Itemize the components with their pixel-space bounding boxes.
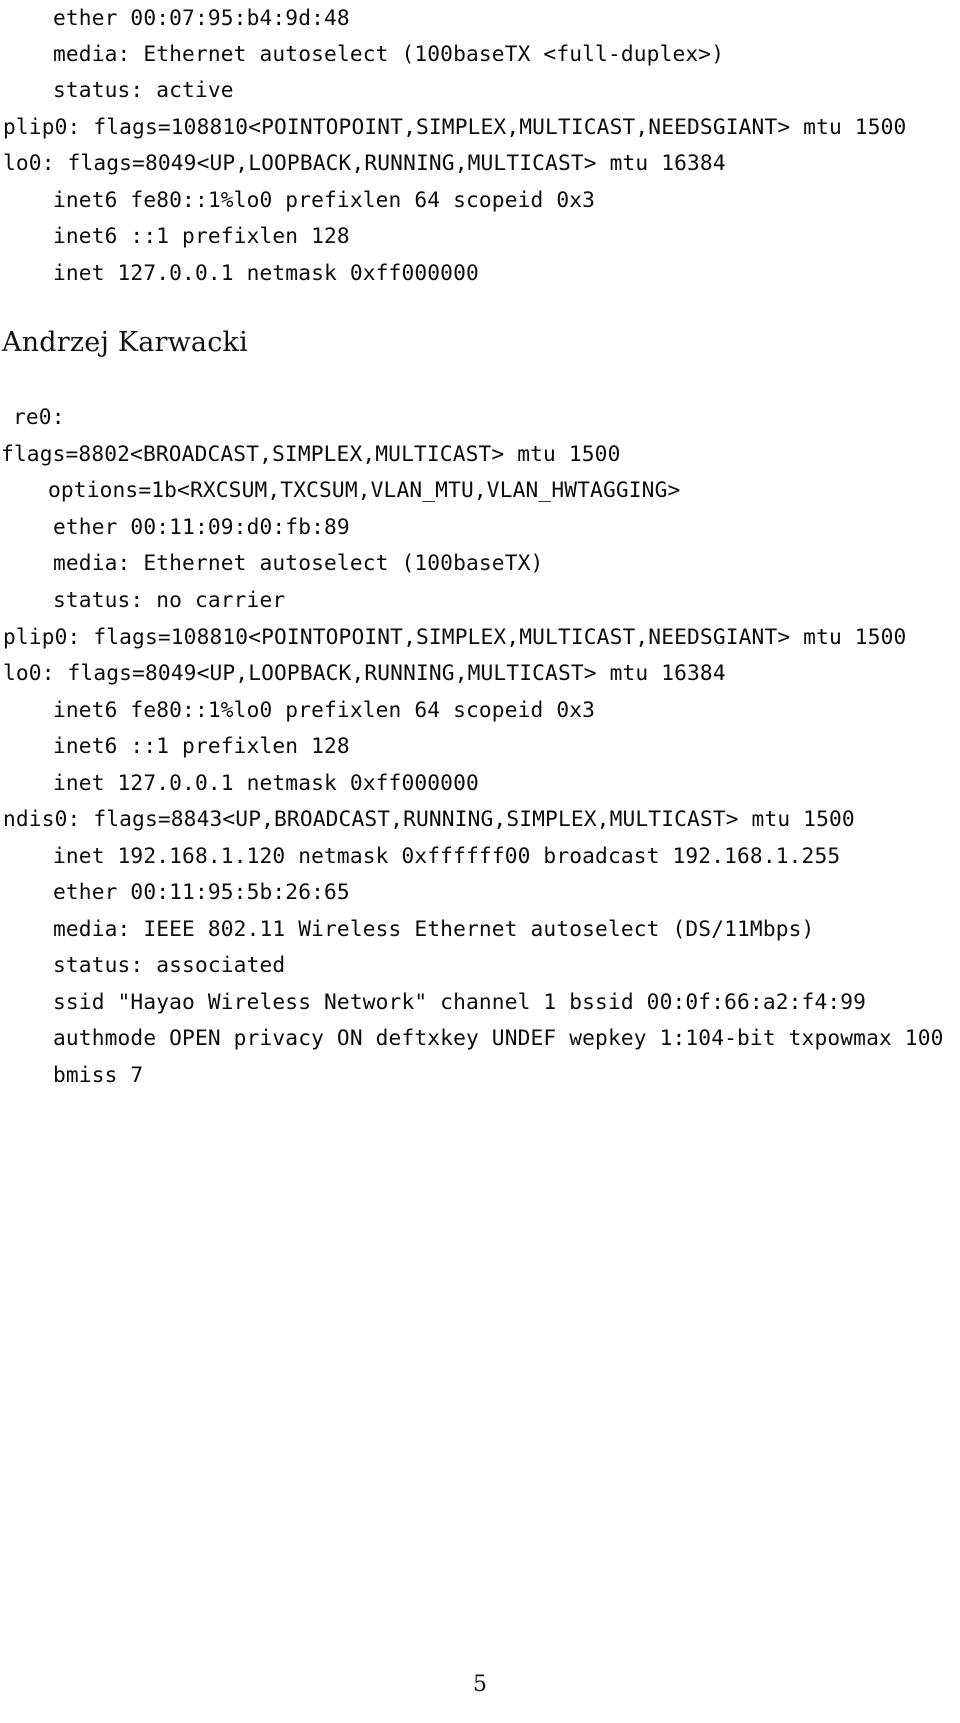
text-line: inet 127.0.0.1 netmask 0xff000000: [53, 260, 479, 285]
text-line: plip0: flags=108810<POINTOPOINT,SIMPLEX,…: [3, 114, 907, 139]
text-line: inet 127.0.0.1 netmask 0xff000000: [53, 770, 479, 795]
text-line: re0:: [13, 404, 65, 429]
page-number: 5: [473, 1672, 487, 1697]
text-line: inet6 fe80::1%lo0 prefixlen 64 scopeid 0…: [53, 187, 596, 212]
text-line: ether 00:11:09:d0:fb:89: [53, 514, 350, 539]
text-line: authmode OPEN privacy ON deftxkey UNDEF …: [53, 1025, 944, 1050]
text-line: options=1b<RXCSUM,TXCSUM,VLAN_MTU,VLAN_H…: [48, 477, 681, 502]
text-line: ndis0: flags=8843<UP,BROADCAST,RUNNING,S…: [3, 806, 855, 831]
text-line: media: Ethernet autoselect (100baseTX): [53, 550, 544, 575]
text-line: ether 00:07:95:b4:9d:48: [53, 5, 350, 30]
text-line: lo0: flags=8049<UP,LOOPBACK,RUNNING,MULT…: [3, 660, 726, 685]
text-line: flags=8802<BROADCAST,SIMPLEX,MULTICAST> …: [1, 441, 621, 466]
text-line: ether 00:11:95:5b:26:65: [53, 879, 350, 904]
text-line: inet 192.168.1.120 netmask 0xffffff00 br…: [53, 843, 841, 868]
text-line: ssid "Hayao Wireless Network" channel 1 …: [53, 989, 867, 1014]
author-heading: Andrzej Karwacki: [2, 327, 248, 358]
text-line: media: Ethernet autoselect (100baseTX <f…: [53, 41, 725, 66]
text-line: inet6 ::1 prefixlen 128: [53, 733, 350, 758]
text-line: status: active: [53, 77, 234, 102]
text-line: status: associated: [53, 952, 286, 977]
text-line: inet6 fe80::1%lo0 prefixlen 64 scopeid 0…: [53, 697, 596, 722]
text-line: bmiss 7: [53, 1062, 144, 1087]
text-line: inet6 ::1 prefixlen 128: [53, 223, 350, 248]
text-line: media: IEEE 802.11 Wireless Ethernet aut…: [53, 916, 815, 941]
document-page: ether 00:07:95:b4:9d:48 media: Ethernet a…: [0, 0, 960, 1723]
text-line: lo0: flags=8049<UP,LOOPBACK,RUNNING,MULT…: [3, 150, 726, 175]
text-line: status: no carrier: [53, 587, 286, 612]
text-line: plip0: flags=108810<POINTOPOINT,SIMPLEX,…: [3, 624, 907, 649]
